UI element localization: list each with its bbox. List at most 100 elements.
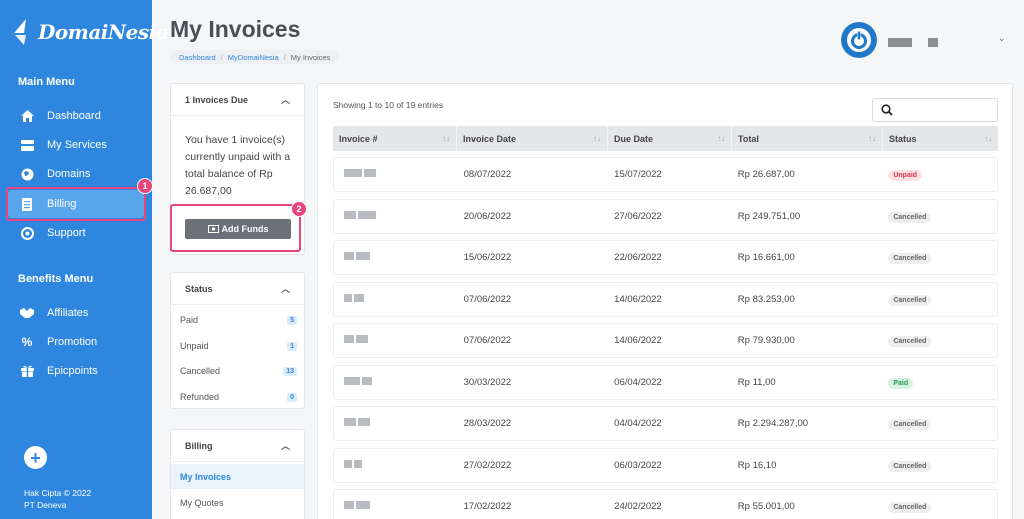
status-header[interactable]: Status ︿ [171,273,304,305]
chevron-down-icon[interactable]: ⌄ [998,33,1006,44]
invoice-number-redacted [364,169,376,177]
due-date-cell: 14/06/2022 [614,293,662,305]
sort-icon: ↑↓ [868,134,876,143]
billing-header[interactable]: Billing ︿ [171,430,304,462]
column-invoice-date[interactable]: Invoice Date ↑↓ [457,126,608,151]
sidebar-item-label: My Services [47,139,107,151]
column-status[interactable]: Status ↑↓ [883,126,998,151]
due-date-cell: 24/02/2022 [614,501,662,512]
total-cell: Rp 79.930,00 [737,335,795,346]
sidebar-item-promotion[interactable]: % Promotion [8,328,144,356]
breadcrumb-mydomainesia[interactable]: MyDomaiNesia [228,53,279,62]
status-label: Paid [180,315,199,325]
status-badge: Cancelled [888,253,932,264]
table-row[interactable]: 07/06/2022 14/06/2022 Rp 79.930,00 Cancelle… [333,323,998,358]
invoice-date-cell: 30/03/2022 [463,376,512,388]
invoice-number-redacted [344,252,354,260]
invoice-number-cell[interactable] [334,293,458,305]
chevron-up-icon: ︿ [280,284,290,294]
invoice-number-redacted [354,459,362,468]
total-cell: Rp 2.294.287,00 [737,418,809,429]
invoice-number-cell[interactable] [334,252,458,263]
status-panel: Status ︿ Paid 5 Unpaid 1 Cancelled 13 Re… [170,272,305,409]
sidebar-item-domains[interactable]: Domains [8,160,144,188]
invoice-number-cell[interactable] [334,418,458,429]
due-date-cell: 15/07/2022 [614,169,662,180]
billing-item-my-invoices[interactable]: My Invoices [171,464,304,489]
search-input[interactable] [872,98,998,122]
invoice-date-cell: 08/07/2022 [463,169,512,180]
invoices-due-title: 1 Invoices Due [185,94,249,105]
billing-item-my-quotes[interactable]: My Quotes [171,490,304,515]
callout-badge-1: 1 [137,178,153,194]
invoices-due-text: You have 1 invoice(s) currently unpaid w… [185,134,291,197]
table-row[interactable]: 08/07/2022 15/07/2022 Rp 26.687,00 Unpaid [333,157,998,192]
column-label: Due Date [614,133,654,144]
table-row[interactable]: 27/02/2022 06/03/2022 Rp 16,10 Cancelled [333,447,998,483]
status-filter-paid[interactable]: Paid 5 [180,315,297,325]
sidebar-item-affiliates[interactable]: Affiliates [8,299,144,327]
invoices-due-header[interactable]: 1 Invoices Due ︿ [171,84,304,116]
avatar[interactable] [841,22,877,58]
status-filter-unpaid[interactable]: Unpaid 1 [180,341,297,351]
sidebar-item-label: Domains [47,168,91,180]
total-cell: Rp 16.661,00 [737,252,795,263]
invoice-number-redacted [356,501,370,509]
sidebar-item-epicpoints[interactable]: Epicpoints [8,357,144,385]
billing-highlight-box [6,187,146,221]
status-cell: Cancelled [882,460,997,472]
logo-mark-icon [14,19,26,45]
status-label: Unpaid [180,341,209,351]
status-count: 13 [283,366,297,376]
sidebar-item-label: Affiliates [47,307,89,319]
sidebar-item-label: Epicpoints [47,365,98,377]
status-count: 5 [287,315,297,325]
status-filter-refunded[interactable]: Refunded 0 [180,392,297,402]
total-cell: Rp 11,00 [737,376,776,388]
column-invoice-number[interactable]: Invoice # ↑↓ [333,126,457,151]
status-badge: Cancelled [888,211,932,223]
table-row[interactable]: 28/03/2022 04/04/2022 Rp 2.294.287,00 Cance… [333,406,998,441]
column-label: Invoice Date [463,133,517,144]
logo-text: DomaiNesia [38,20,169,44]
callout-badge-2: 2 [291,201,307,217]
entries-info: Showing 1 to 10 of 19 entries [333,100,444,110]
invoice-date-cell: 15/06/2022 [463,252,512,263]
column-due-date[interactable]: Due Date ↑↓ [608,126,732,151]
table-row[interactable]: 07/06/2022 14/06/2022 Rp 83.253,00 Cancelle… [333,281,998,317]
invoice-number-redacted [362,376,372,385]
status-count: 0 [287,392,297,402]
invoice-number-cell[interactable] [334,501,458,512]
invoice-number-cell[interactable] [334,335,458,346]
table-row[interactable]: 20/06/2022 27/06/2022 Rp 249.751,00 Cancell… [333,198,998,234]
table-row[interactable]: 15/06/2022 22/06/2022 Rp 16.661,00 Cancelle… [333,240,998,275]
invoice-number-cell[interactable] [334,376,458,388]
gift-icon [20,364,34,378]
invoice-number-cell[interactable] [334,210,458,222]
status-badge: Cancelled [888,502,932,513]
status-label: Cancelled [180,366,221,376]
footer-company: PT Deneva [24,500,67,510]
breadcrumb: Dashboard / MyDomaiNesia / My Invoices [170,50,340,64]
sidebar-item-my-services[interactable]: My Services [8,131,144,159]
invoice-number-redacted [344,418,356,426]
column-label: Invoice # [339,133,378,144]
globe-icon [20,167,34,181]
sidebar-item-label: Support [47,227,86,239]
sidebar-item-support[interactable]: Support [8,219,144,247]
status-filter-cancelled[interactable]: Cancelled 13 [180,366,297,376]
status-cell: Cancelled [882,252,997,264]
status-cell: Cancelled [882,501,997,513]
column-total[interactable]: Total ↑↓ [732,126,883,151]
invoice-number-cell[interactable] [334,169,458,180]
add-button[interactable]: + [24,446,47,469]
invoice-number-cell[interactable] [334,459,458,471]
sidebar-item-dashboard[interactable]: Dashboard [8,102,144,130]
sidebar-item-label: Dashboard [47,110,101,122]
table-row[interactable]: 30/03/2022 06/04/2022 Rp 11,00 Paid [333,364,998,400]
logo[interactable]: DomaiNesia [12,18,169,46]
invoice-number-redacted [356,335,368,343]
invoices-table-panel: Showing 1 to 10 of 19 entries Invoice # ↑… [317,83,1013,519]
table-row[interactable]: 17/02/2022 24/02/2022 Rp 55.001,00 Cancelle… [333,489,998,519]
breadcrumb-dashboard[interactable]: Dashboard [179,53,216,62]
